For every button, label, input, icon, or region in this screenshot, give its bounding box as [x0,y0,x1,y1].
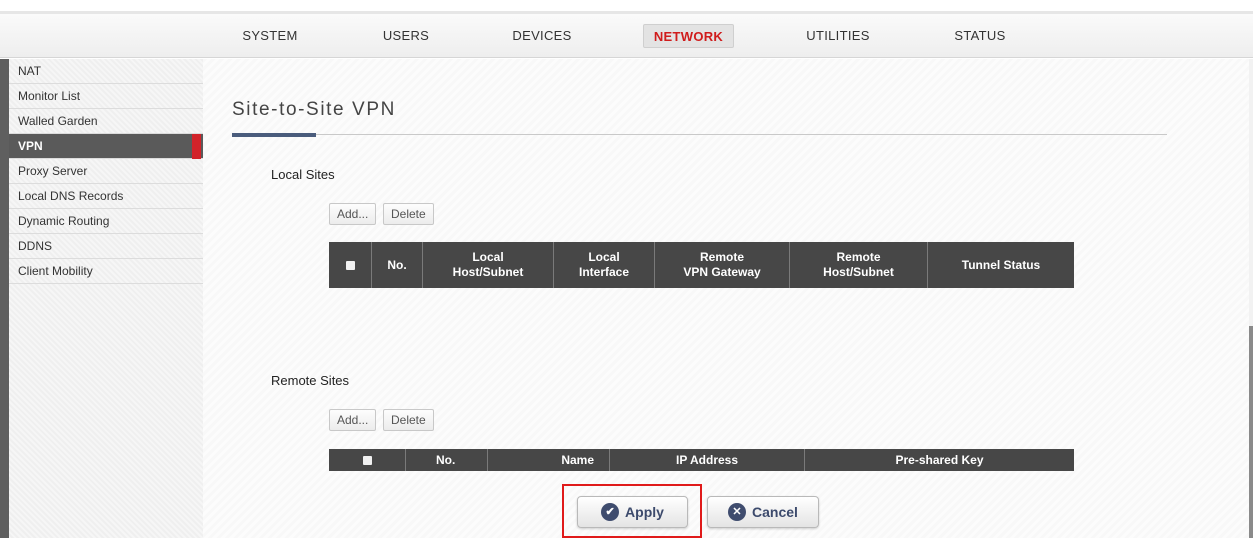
nav-tab-system[interactable]: SYSTEM [229,24,311,48]
sidebar: NAT Monitor List Walled Garden VPN Proxy… [0,59,203,538]
nav-tab-devices[interactable]: DEVICES [502,24,582,48]
sidebar-edge [0,59,9,538]
local-sites-table: No. Local Host/Subnet Local Interface Re… [329,242,1074,288]
local-delete-button[interactable]: Delete [383,203,434,225]
column-header: No. [372,242,423,288]
check-circle-icon: ✔ [601,503,620,521]
column-header: No. [406,449,488,471]
column-header: Remote Host/Subnet [790,242,928,288]
close-circle-icon: ✕ [728,503,747,521]
sidebar-item-walled-garden[interactable]: Walled Garden [9,109,203,134]
sidebar-item-client-mobility[interactable]: Client Mobility [9,259,203,284]
local-select-all-checkbox[interactable] [329,242,372,288]
column-header: Tunnel Status [961,257,1041,272]
sidebar-item-dynamic-routing[interactable]: Dynamic Routing [9,209,203,234]
sidebar-item-label: VPN [18,139,43,153]
remote-add-button[interactable]: Add... [329,409,377,431]
sidebar-item-local-dns-records[interactable]: Local DNS Records [9,184,203,209]
sidebar-item-vpn[interactable]: VPN [9,134,203,159]
scrollbar[interactable] [1249,59,1253,538]
remote-sites-table: No. Name IP Address Pre-shared Key [329,449,1074,471]
column-header: Local Host/Subnet [423,242,554,288]
column-header: Remote VPN Gateway [655,242,790,288]
sidebar-item-ddns[interactable]: DDNS [9,234,203,259]
remote-delete-button[interactable]: Delete [383,409,434,431]
cancel-button[interactable]: ✕ Cancel [707,496,819,528]
column-header: Name [488,449,610,471]
sidebar-item-monitor-list[interactable]: Monitor List [9,84,203,109]
nav-tab-network[interactable]: NETWORK [643,24,734,48]
scrollbar-thumb[interactable] [1249,326,1253,538]
column-header: Pre-shared Key [895,452,984,467]
cancel-button-label: Cancel [752,504,798,520]
remote-select-all-checkbox[interactable] [329,449,406,471]
apply-button-label: Apply [625,504,664,520]
apply-button[interactable]: ✔ Apply [577,496,688,528]
remote-sites-label: Remote Sites [271,373,350,388]
main-nav: SYSTEM USERS DEVICES NETWORK UTILITIES S… [0,14,1253,58]
main-content: Site-to-Site VPN Local Sites Add... Dele… [203,59,1253,538]
active-marker [192,134,201,159]
sidebar-item-proxy-server[interactable]: Proxy Server [9,159,203,184]
local-sites-label: Local Sites [271,167,335,182]
nav-tab-status[interactable]: STATUS [940,24,1020,48]
top-strip [0,0,1253,14]
column-header: IP Address [610,449,805,471]
title-accent [232,133,316,137]
page-title: Site-to-Site VPN [232,99,396,120]
sidebar-item-nat[interactable]: NAT [9,59,203,84]
nav-tab-users[interactable]: USERS [370,24,442,48]
column-header: Local Interface [554,242,655,288]
title-divider [232,134,1167,135]
nav-tab-utilities[interactable]: UTILITIES [793,24,883,48]
local-add-button[interactable]: Add... [329,203,377,225]
